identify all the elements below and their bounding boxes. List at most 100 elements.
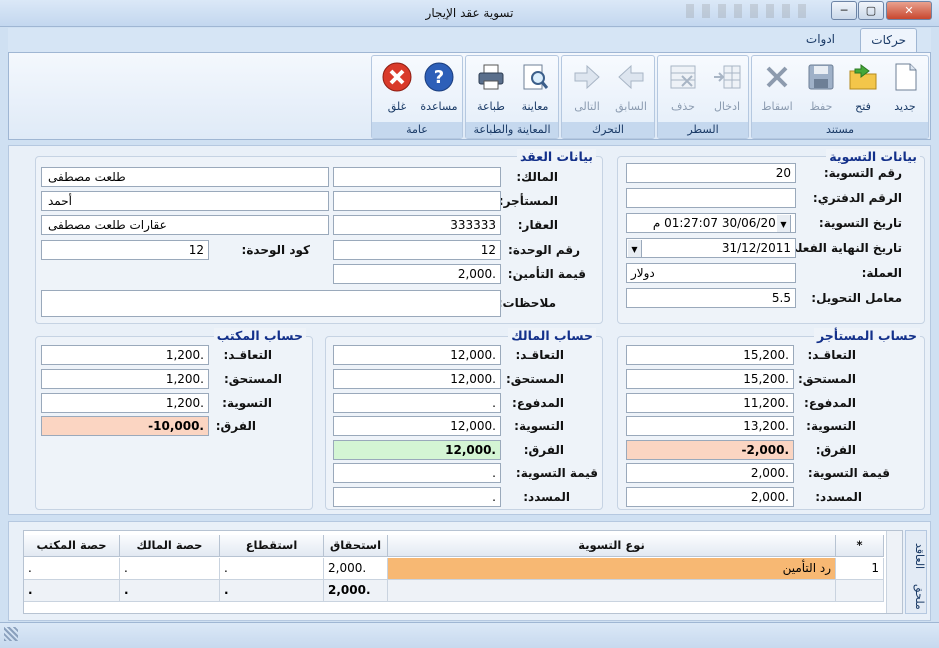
side-tab-annex[interactable]: ملحق <box>906 583 926 611</box>
tenant-diff-label: الفرق: <box>815 443 856 457</box>
owner-diff-field[interactable]: 12,000. <box>333 440 501 460</box>
tenant-settle-value-field[interactable]: 2,000. <box>626 463 794 483</box>
cell-owner-share[interactable]: . <box>120 558 220 580</box>
help-button[interactable]: ? مساعدة <box>418 60 460 118</box>
insert-line-button[interactable]: ادخال <box>706 60 748 118</box>
cell-deduction[interactable]: . <box>220 558 324 580</box>
owner-paid-field[interactable]: . <box>333 393 501 413</box>
unit-code-field[interactable]: 12 <box>41 240 209 260</box>
cell-settlement-type[interactable]: رد التأمين <box>388 558 836 580</box>
tenant-diff-field[interactable]: -2,000. <box>626 440 794 460</box>
notes-field[interactable] <box>41 290 501 317</box>
office-settled-field[interactable]: 1,200. <box>41 393 209 413</box>
actual-end-date-field[interactable]: ▼ 31/12/2011 <box>626 238 796 258</box>
exit-button[interactable]: غلق <box>376 60 418 118</box>
owner-contracted-field[interactable]: 12,000. <box>333 345 501 365</box>
group-line-title: السطر <box>658 122 748 138</box>
grid-scrollbar[interactable] <box>886 531 902 613</box>
total-owner-share: . <box>120 580 220 602</box>
actual-end-date-label: تاريخ النهاية الفعلي: <box>780 241 902 255</box>
main-form: بيانات التسوية رقم التسوية: 20 الرقم الد… <box>8 145 931 515</box>
col-office-share[interactable]: حصة المكتب <box>24 535 120 557</box>
office-due-field[interactable]: 1,200. <box>41 369 209 389</box>
owner-code-field[interactable] <box>333 167 501 187</box>
col-due[interactable]: استحقاق <box>324 535 388 557</box>
office-diff-field[interactable]: -10,000. <box>41 416 209 436</box>
total-deduction: . <box>220 580 324 602</box>
open-folder-icon <box>846 60 880 94</box>
group-nav: السابق التالى التحرك <box>561 55 655 139</box>
col-owner-share[interactable]: حصة المالك <box>120 535 220 557</box>
owner-name-field[interactable]: طلعت مصطفى <box>41 167 329 187</box>
settlement-no-field[interactable]: 20 <box>626 163 796 183</box>
save-button[interactable]: حفظ <box>800 60 842 118</box>
tenant-contracted-field[interactable]: 15,200. <box>626 345 794 365</box>
chevron-down-icon[interactable]: ▼ <box>628 240 642 257</box>
tenant-repaid-field[interactable]: 2,000. <box>626 487 794 507</box>
col-deduction[interactable]: استقطاع <box>220 535 324 557</box>
tenant-name-field[interactable]: أحمد <box>41 191 329 211</box>
chevron-down-icon[interactable]: ▼ <box>777 215 791 232</box>
unit-no-field[interactable]: 12 <box>333 240 501 260</box>
property-name-field[interactable]: عقارات طلعت مصطفى <box>41 215 329 235</box>
property-code-field[interactable]: 333333 <box>333 215 501 235</box>
owner-due-label: المستحق: <box>505 372 564 386</box>
arrow-right-icon <box>570 60 604 94</box>
office-contracted-field[interactable]: 1,200. <box>41 345 209 365</box>
title-bar: تسوية عقد الإيجار ─ ▢ ✕ <box>0 0 939 27</box>
minimize-button[interactable]: ─ <box>831 1 857 20</box>
resize-grip-icon[interactable] <box>4 627 18 641</box>
next-button[interactable]: التالى <box>566 60 608 118</box>
settlement-date-field[interactable]: ▼ 30/06/2011 01:27:07 م <box>626 213 796 233</box>
print-button[interactable]: طباعة <box>470 60 512 118</box>
close-window-button[interactable]: ✕ <box>886 1 932 20</box>
owner-repaid-field[interactable]: . <box>333 487 501 507</box>
new-button[interactable]: جديد <box>884 60 926 118</box>
save-label: حفظ <box>809 100 833 113</box>
col-star[interactable]: * <box>836 535 884 557</box>
tenant-code-field[interactable] <box>333 191 501 211</box>
currency-field[interactable]: دولار <box>626 263 796 283</box>
drop-button[interactable]: اسقاط <box>756 60 798 118</box>
delete-line-button[interactable]: حذف <box>662 60 704 118</box>
ledger-no-field[interactable] <box>626 188 796 208</box>
tab-actions[interactable]: حركات <box>860 28 917 52</box>
actual-end-date-value: 31/12/2011 <box>721 241 791 255</box>
total-label-cell <box>388 580 836 602</box>
group-nav-title: التحرك <box>562 122 654 138</box>
owner-contracted-label: التعاقـد: <box>515 348 565 362</box>
cell-office-share[interactable]: . <box>24 558 120 580</box>
owner-settle-value-field[interactable]: . <box>333 463 501 483</box>
col-settlement-type[interactable]: نوع التسوية <box>388 535 836 557</box>
owner-due-field[interactable]: 12,000. <box>333 369 501 389</box>
exchange-rate-field[interactable]: 5.5 <box>626 288 796 308</box>
settlement-grid: حصة المكتب حصة المالك استقطاع استحقاق نو… <box>23 530 903 614</box>
owner-settled-label: التسوية: <box>514 419 564 433</box>
ribbon-tabs: حركات ادوات <box>8 28 931 52</box>
delete-line-label: حذف <box>671 100 695 113</box>
prev-label: السابق <box>615 100 647 113</box>
group-print: معاينة طباعة المعاينة والطباعة <box>465 55 559 139</box>
tenant-paid-field[interactable]: 11,200. <box>626 393 794 413</box>
maximize-button[interactable]: ▢ <box>858 1 884 20</box>
tab-tools[interactable]: ادوات <box>796 28 845 52</box>
office-account-title: حساب المكتب <box>213 328 306 343</box>
open-label: فتح <box>855 100 871 113</box>
cell-row-no[interactable]: 1 <box>836 558 884 580</box>
preview-button[interactable]: معاينة <box>514 60 556 118</box>
side-tab-contractor[interactable]: العاقد <box>906 535 926 577</box>
cell-due[interactable]: 2,000. <box>324 558 388 580</box>
deposit-field[interactable]: 2,000. <box>333 264 501 284</box>
total-due: 2,000. <box>324 580 388 602</box>
owner-settled-field[interactable]: 12,000. <box>333 416 501 436</box>
tenant-due-field[interactable]: 15,200. <box>626 369 794 389</box>
open-button[interactable]: فتح <box>842 60 884 118</box>
total-office-share: . <box>24 580 120 602</box>
tenant-settled-field[interactable]: 13,200. <box>626 416 794 436</box>
tenant-settle-value-label: قيمة التسوية: <box>807 466 890 480</box>
help-icon: ? <box>422 60 456 94</box>
owner-label: المالك: <box>516 170 558 184</box>
prev-button[interactable]: السابق <box>610 60 652 118</box>
delete-row-icon <box>666 60 700 94</box>
drop-label: اسقاط <box>761 100 793 113</box>
